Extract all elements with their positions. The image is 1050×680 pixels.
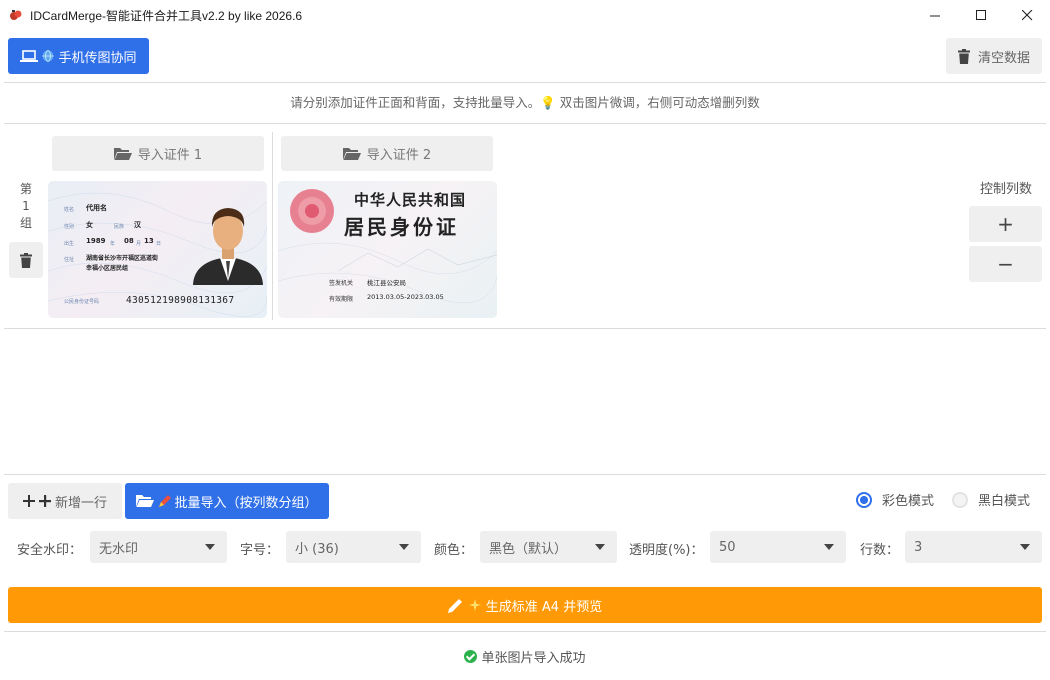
import-card-1-label: 导入证件 1 xyxy=(137,148,203,163)
portrait-icon xyxy=(193,208,263,285)
bw-mode-radio[interactable]: 黑白模式 xyxy=(952,490,1030,509)
rows-label: 行数： xyxy=(860,543,900,558)
group-label: 第 1 组 xyxy=(19,182,32,230)
bw-mode-label: 黑白模式 xyxy=(978,494,1031,509)
maximize-icon xyxy=(975,9,986,20)
plus-icon: + xyxy=(997,212,1014,236)
column-control-label: 控制列数 xyxy=(979,182,1032,197)
color-mode-radio[interactable]: 彩色模式 xyxy=(856,490,934,509)
minimize-icon xyxy=(929,15,940,16)
fontsize-select[interactable]: 小 (36) xyxy=(286,531,421,563)
divider xyxy=(4,123,1046,124)
import-card-2-button[interactable]: 导入证件 2 xyxy=(281,136,493,171)
folder-open-icon xyxy=(136,495,155,507)
generate-label: 生成标准 A4 并预览 xyxy=(485,599,603,615)
folder-open-icon xyxy=(342,147,361,160)
maximize-button[interactable] xyxy=(958,0,1004,30)
check-circle-icon xyxy=(464,650,478,663)
hint-text: 请分别添加证件正面和背面，支持批量导入。💡 双击图片微调，右侧可动态增删列数 xyxy=(290,95,760,110)
sparkles-icon xyxy=(468,598,481,611)
import-card-1-button[interactable]: 导入证件 1 xyxy=(52,136,264,171)
watermark-select[interactable]: 无水印 xyxy=(90,531,227,563)
watermark-label: 安全水印： xyxy=(17,543,83,558)
crayon-icon xyxy=(159,494,172,507)
app-icon xyxy=(9,8,23,22)
phone-collab-button[interactable]: 手机传图协同 xyxy=(8,38,149,74)
divider xyxy=(4,474,1046,475)
generate-a4-button[interactable]: 生成标准 A4 并预览 xyxy=(8,587,1042,623)
pencil-icon xyxy=(447,598,462,613)
id-card-front-image[interactable]: 姓名 代用名 性别 女 民族 汉 出生 1989 年 08 月 13 日 住址 … xyxy=(48,181,267,318)
divider xyxy=(4,631,1046,632)
trash-icon xyxy=(957,48,970,64)
title-bar: IDCardMerge-智能证件合并工具v2.2 by like 2026.6 xyxy=(0,0,1050,30)
status-text: 单张图片导入成功 xyxy=(481,651,586,666)
clear-data-label: 清空数据 xyxy=(977,50,1030,66)
status-bar: 单张图片导入成功 xyxy=(0,647,1050,666)
batch-import-label: 批量导入（按列数分组） xyxy=(174,495,318,511)
color-mode-label: 彩色模式 xyxy=(882,494,935,509)
globe-icon xyxy=(42,50,54,62)
color-select[interactable]: 黑色（默认） xyxy=(480,531,617,563)
window-title: IDCardMerge-智能证件合并工具v2.2 by like 2026.6 xyxy=(30,8,303,23)
caret-down-icon xyxy=(399,544,409,550)
opacity-label: 透明度(%)： xyxy=(629,543,704,558)
divider xyxy=(4,82,1046,83)
trash-icon xyxy=(20,252,32,268)
radio-selected-icon xyxy=(856,491,872,508)
caret-down-icon xyxy=(824,544,834,550)
minimize-button[interactable] xyxy=(912,0,958,30)
plus-icon xyxy=(22,495,35,507)
column-divider xyxy=(272,132,273,320)
folder-open-icon xyxy=(113,147,132,160)
emblem-icon xyxy=(290,189,334,233)
fontsize-label: 字号： xyxy=(240,543,280,558)
close-icon xyxy=(1021,9,1032,20)
import-card-2-label: 导入证件 2 xyxy=(366,148,432,163)
batch-import-button[interactable]: 批量导入（按列数分组） xyxy=(125,483,329,519)
phone-collab-label: 手机传图协同 xyxy=(58,50,137,66)
caret-down-icon xyxy=(205,544,215,550)
close-button[interactable] xyxy=(1004,0,1050,30)
radio-unselected-icon xyxy=(952,491,968,508)
caret-down-icon xyxy=(1020,544,1030,550)
laptop-icon xyxy=(20,49,39,62)
add-column-button[interactable]: + xyxy=(969,206,1042,242)
clear-data-button[interactable]: 清空数据 xyxy=(946,38,1042,74)
rows-select[interactable]: 3 xyxy=(905,531,1042,563)
caret-down-icon xyxy=(595,544,605,550)
add-row-label: 新增一行 xyxy=(54,495,107,511)
remove-column-button[interactable]: − xyxy=(969,246,1042,282)
color-label: 颜色： xyxy=(434,543,474,558)
plus-icon xyxy=(38,495,51,507)
add-row-button[interactable]: 新增一行 xyxy=(8,483,122,519)
delete-group-button[interactable] xyxy=(9,242,43,278)
id-card-back-image[interactable]: 中华人民共和国 居民身份证 签发机关 桃江县公安局 有效期限 2013.03.0… xyxy=(278,181,497,318)
opacity-select[interactable]: 50 xyxy=(710,531,846,563)
minus-icon: − xyxy=(997,252,1014,276)
divider xyxy=(4,328,1046,329)
